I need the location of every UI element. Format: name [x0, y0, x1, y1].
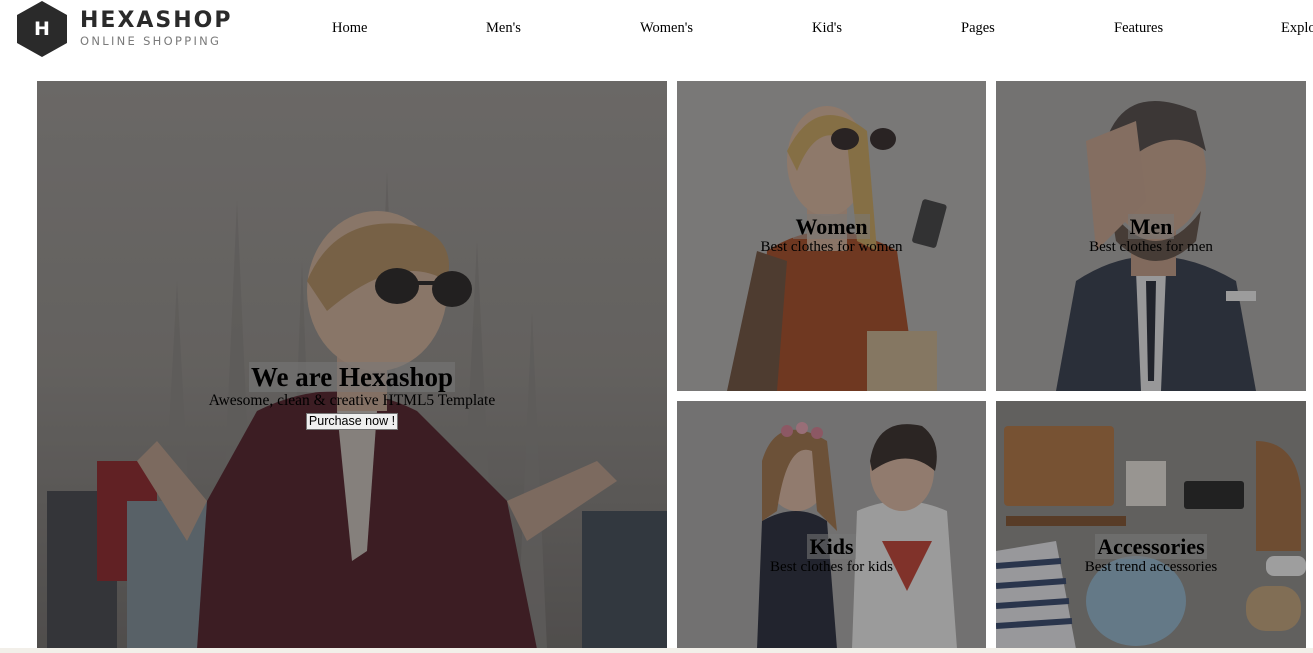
kids-title: Kids [807, 534, 856, 559]
accessories-overlay [996, 401, 1306, 649]
nav-item-home[interactable]: Home [332, 20, 367, 37]
hero-title: We are Hexashop [249, 362, 455, 392]
accessories-caption: Accessories Best trend accessories [996, 534, 1306, 576]
nav-item-pages[interactable]: Pages [961, 20, 995, 37]
men-title: Men [1127, 214, 1175, 239]
category-card-accessories[interactable]: Accessories Best trend accessories [996, 401, 1306, 649]
hero-banner: We are Hexashop Awesome, clean & creativ… [37, 81, 667, 649]
hero-caption: We are Hexashop Awesome, clean & creativ… [37, 362, 667, 430]
nav-item-explore[interactable]: Explore [1281, 20, 1313, 37]
category-card-men[interactable]: Men Best clothes for men [996, 81, 1306, 391]
main-nav: Home Men's Women's Kid's Pages Features … [0, 20, 1313, 40]
accessories-title: Accessories [1095, 534, 1207, 559]
site-header: H HEXASHOP ONLINE SHOPPING Home Men's Wo… [0, 0, 1313, 64]
kids-overlay [677, 401, 986, 649]
men-subtitle: Best clothes for men [1089, 239, 1213, 255]
women-subtitle: Best clothes for women [760, 239, 903, 255]
women-caption: Women Best clothes for women [677, 214, 986, 256]
nav-item-kids[interactable]: Kid's [812, 20, 842, 37]
page-bottom-edge [0, 648, 1313, 653]
category-card-women[interactable]: Women Best clothes for women [677, 81, 986, 391]
kids-subtitle: Best clothes for kids [770, 559, 893, 575]
purchase-now-button[interactable]: Purchase now ! [305, 413, 399, 430]
women-title: Women [793, 214, 870, 239]
accessories-subtitle: Best trend accessories [1084, 559, 1218, 575]
category-card-kids[interactable]: Kids Best clothes for kids [677, 401, 986, 649]
nav-item-womens[interactable]: Women's [640, 20, 693, 37]
hero-subtitle: Awesome, clean & creative HTML5 Template [208, 392, 496, 409]
kids-caption: Kids Best clothes for kids [677, 534, 986, 576]
men-caption: Men Best clothes for men [996, 214, 1306, 256]
nav-item-features[interactable]: Features [1114, 20, 1163, 37]
nav-item-mens[interactable]: Men's [486, 20, 521, 37]
